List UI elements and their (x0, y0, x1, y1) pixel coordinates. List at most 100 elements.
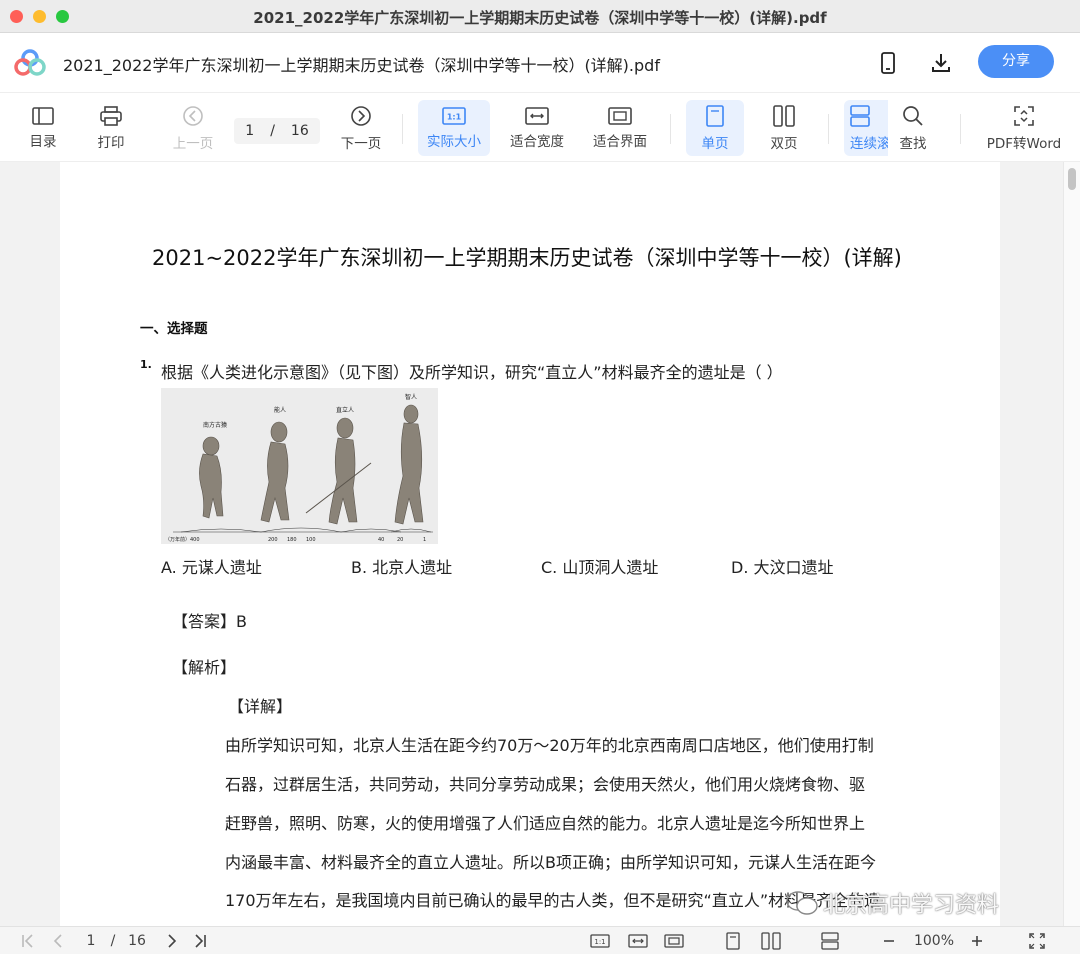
fit-page-icon (608, 106, 632, 125)
pdf-to-word-label: PDF转Word (986, 135, 1062, 152)
actual-size-icon: 1:1 (442, 106, 466, 125)
app-header: 2021_2022学年广东深圳初一上学期期末历史试卷（深圳中学等十一校）(详解)… (0, 33, 1080, 93)
watermark: 北京高中学习资料 (785, 887, 999, 919)
image-axis-label: 20 (397, 537, 403, 543)
option-c: C. 山顶洞人遗址 (541, 558, 659, 577)
toolbar-divider (402, 114, 403, 144)
status-bar: 1 / 16 1:1 100% (0, 926, 1080, 954)
toolbar-divider (670, 114, 671, 144)
human-evolution-image: 南方古猿 能人 直立人 智人 （万年前）400 200 180 100 40 2… (161, 388, 438, 544)
single-page-icon[interactable] (722, 931, 744, 951)
analysis-label: 【解析】 (172, 658, 237, 677)
image-label: 南方古猿 (203, 421, 227, 429)
image-axis-label: 40 (378, 537, 384, 543)
explanation-line: 石器，过群居生活，共同劳动，共同分享劳动成果；会使用天然火，他们用火烧烤食物、驱 (225, 775, 866, 794)
fit-width-icon[interactable] (626, 931, 650, 951)
continuous-scroll-icon[interactable] (818, 931, 842, 951)
image-axis-label: 1 (423, 537, 426, 543)
download-icon[interactable] (927, 49, 955, 77)
actual-size-icon[interactable]: 1:1 (588, 931, 612, 951)
toolbar-divider (828, 114, 829, 144)
page-separator: / (270, 123, 275, 139)
explanation-line: 170万年左右，是我国境内目前已确认的最早的古人类，但不是研究“直立人”材料最齐… (225, 891, 881, 910)
share-button[interactable]: 分享 (978, 45, 1054, 78)
double-page-icon[interactable] (760, 931, 782, 951)
toolbar: 目录 打印 上一页 1 / 16 下一页 1:1 实际大小 适合宽度 适合界面 … (0, 94, 1080, 162)
toc-label: 目录 (29, 133, 57, 150)
option-d: D. 大汶口遗址 (731, 558, 834, 577)
search-icon (903, 105, 923, 126)
image-axis-label: 200 (268, 537, 278, 543)
answer-label: 【答案】 (172, 612, 237, 631)
single-page-button[interactable]: 单页 (686, 100, 744, 156)
document-title: 2021_2022学年广东深圳初一上学期期末历史试卷（深圳中学等十一校）(详解)… (63, 56, 660, 75)
fit-width-button[interactable]: 适合宽度 (504, 100, 570, 156)
question-number: 1. (140, 358, 152, 371)
prev-page-label: 上一页 (172, 135, 214, 152)
mobile-view-icon[interactable] (874, 49, 902, 77)
explanation-line: 内涵最丰富、材料最齐全的直立人遗址。所以B项正确；由所学知识可知，元谋人生活在距… (225, 853, 876, 872)
image-label: 能人 (274, 406, 286, 414)
actual-size-label: 实际大小 (427, 133, 481, 150)
watermark-text: 北京高中学习资料 (823, 893, 1000, 918)
image-axis-label: 180 (287, 537, 297, 543)
actual-size-button[interactable]: 1:1 实际大小 (418, 100, 490, 156)
total-pages: 16 (290, 123, 309, 139)
prev-page-button[interactable]: 上一页 (166, 100, 220, 156)
pdf-heading: 2021~2022学年广东深圳初一上学期期末历史试卷（深圳中学等十一校）(详解) (152, 246, 902, 270)
double-page-label: 双页 (770, 135, 798, 152)
fit-width-label: 适合宽度 (510, 133, 564, 150)
double-page-button[interactable]: 双页 (756, 100, 812, 156)
zoom-level[interactable]: 100% (908, 931, 960, 951)
status-current-page[interactable]: 1 (82, 931, 100, 951)
next-page-label: 下一页 (340, 135, 382, 152)
print-button[interactable]: 打印 (88, 100, 134, 156)
option-b: B. 北京人遗址 (351, 558, 453, 577)
document-viewport[interactable]: 2021~2022学年广东深圳初一上学期期末历史试卷（深圳中学等十一校）(详解)… (0, 162, 1080, 926)
last-page-icon[interactable] (190, 931, 210, 951)
option-a: A. 元谋人遗址 (161, 558, 262, 577)
app-logo-icon (14, 49, 46, 77)
zoom-in-icon[interactable] (968, 931, 986, 951)
chevron-right-circle-icon (351, 105, 371, 126)
find-label: 查找 (899, 135, 927, 152)
image-axis-label: 100 (306, 537, 316, 543)
continuous-scroll-icon (850, 104, 870, 127)
chevron-left-circle-icon (183, 105, 203, 126)
svg-text:1:1: 1:1 (594, 938, 605, 946)
pdf-page: 2021~2022学年广东深圳初一上学期期末历史试卷（深圳中学等十一校）(详解)… (60, 162, 1000, 926)
single-page-icon (706, 104, 724, 127)
next-page-icon[interactable] (162, 931, 182, 951)
continuous-scroll-label: 连续滚 (850, 135, 888, 152)
toc-button[interactable]: 目录 (20, 100, 66, 156)
answer-line: 【答案】B (172, 608, 247, 632)
fit-page-icon[interactable] (662, 931, 686, 951)
fullscreen-icon[interactable] (1026, 931, 1048, 951)
page-number-field[interactable]: 1 / 16 (234, 118, 320, 144)
detail-label: 【详解】 (228, 697, 293, 716)
status-total-pages: 16 (128, 933, 146, 949)
svg-text:1:1: 1:1 (447, 112, 462, 121)
convert-icon (1014, 105, 1034, 126)
continuous-scroll-button[interactable]: 连续滚 (844, 100, 888, 156)
prev-page-icon[interactable] (48, 931, 68, 951)
find-button[interactable]: 查找 (888, 100, 938, 156)
answer-value: B (236, 612, 247, 631)
wechat-icon (786, 891, 818, 915)
image-label: 智人 (405, 393, 417, 401)
printer-icon (100, 105, 122, 126)
next-page-button[interactable]: 下一页 (334, 100, 388, 156)
fit-page-button[interactable]: 适合界面 (586, 100, 654, 156)
vertical-scrollbar[interactable] (1063, 162, 1080, 926)
status-page-separator: / (110, 933, 116, 949)
section-heading: 一、选择题 (140, 321, 208, 337)
zoom-out-icon[interactable] (880, 931, 898, 951)
window-title: 2021_2022学年广东深圳初一上学期期末历史试卷（深圳中学等十一校）(详解)… (253, 9, 827, 27)
explanation-line: 由所学知识可知，北京人生活在距今约70万～20万年的北京西南周口店地区，他们使用… (225, 736, 874, 755)
pdf-to-word-button[interactable]: PDF转Word (982, 100, 1066, 156)
print-label: 打印 (97, 134, 125, 151)
first-page-icon[interactable] (18, 931, 38, 951)
single-page-label: 单页 (701, 135, 729, 152)
explanation-line: 赶野兽，照明、防寒，火的使用增强了人们适应自然的能力。北京人遗址是迄今所知世界上 (225, 814, 866, 833)
scroll-thumb[interactable] (1068, 168, 1076, 190)
